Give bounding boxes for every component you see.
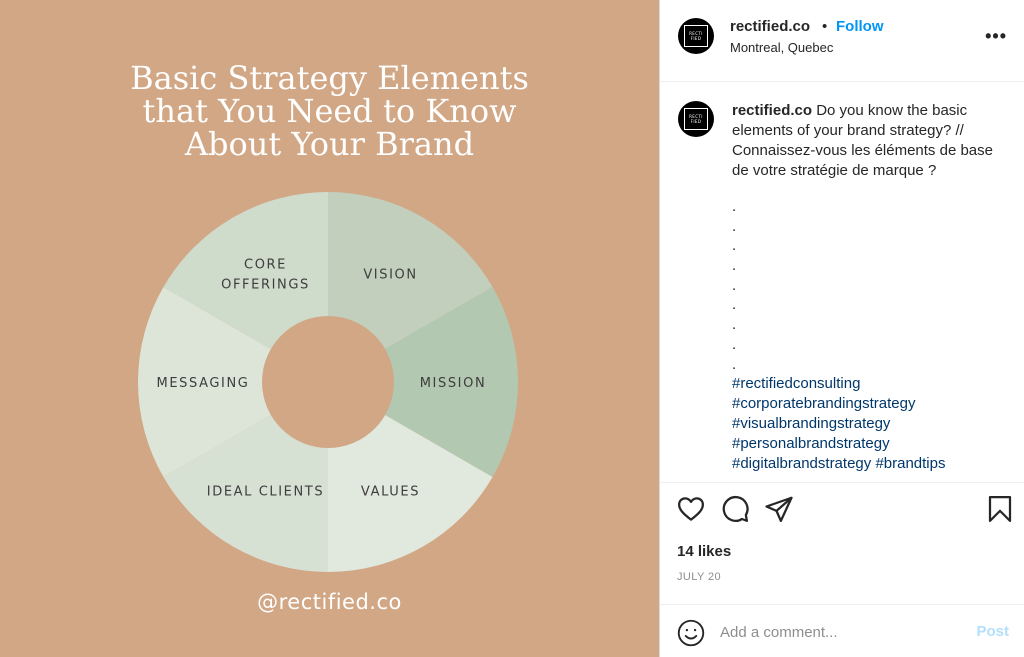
caption-avatar[interactable]: RECTI FIED <box>678 101 714 137</box>
dot-line: . <box>732 316 737 334</box>
wheel-segment-label: CORE <box>244 258 287 273</box>
post-image-title: Basic Strategy Elements that You Need to… <box>0 62 659 161</box>
emoji-icon[interactable] <box>677 619 705 647</box>
avatar-logo: RECTI FIED <box>684 108 708 130</box>
wheel-segment-label: OFFERINGS <box>221 278 310 293</box>
dot-line: . <box>732 257 737 275</box>
heart-icon[interactable] <box>676 494 706 524</box>
strategy-wheel-diagram: VISION MISSION VALUES IDEAL CLIENTS MESSAGIN… <box>138 192 518 572</box>
dot-line: . <box>732 198 737 215</box>
comment-bar: Post <box>660 604 1024 657</box>
post-header: RECTI FIED rectified.co • Follow Montrea… <box>660 0 1024 82</box>
location-link[interactable]: Montreal, Quebec <box>730 40 833 55</box>
wheel-segment-label: VISION <box>363 268 417 283</box>
bookmark-icon[interactable] <box>985 494 1015 524</box>
title-line: About Your Brand <box>184 125 475 163</box>
wheel-segment-label: VALUES <box>361 484 420 499</box>
title-line: that You Need to Know <box>142 92 517 130</box>
hashtag-list: #rectifiedconsulting #corporatebrandings… <box>732 374 1012 474</box>
dot-line: . <box>732 296 737 314</box>
hashtag-link[interactable]: #rectifiedconsulting <box>732 375 860 392</box>
dot-line: . <box>732 335 737 353</box>
likes-count[interactable]: 14 likes <box>677 543 731 560</box>
image-handle: @rectified.co <box>257 590 402 614</box>
caption-dots: . . . . . . . . . <box>732 197 1012 374</box>
post-image: Basic Strategy Elements that You Need to… <box>0 0 659 657</box>
caption-username[interactable]: rectified.co <box>732 102 812 119</box>
wheel-segment-label: MESSAGING <box>157 376 250 391</box>
hashtag-link[interactable]: #corporatebrandingstrategy <box>732 395 915 412</box>
avatar[interactable]: RECTI FIED <box>678 18 714 54</box>
separator-dot: • <box>822 18 828 35</box>
hashtag-link[interactable]: #personalbrandstrategy <box>732 435 890 452</box>
post-comment-button[interactable]: Post <box>976 623 1009 640</box>
dot-line: . <box>732 355 737 373</box>
dot-line: . <box>732 276 737 294</box>
post-date[interactable]: JULY 20 <box>677 571 721 583</box>
wheel-segment-label: MISSION <box>420 376 487 391</box>
post-sidebar: RECTI FIED rectified.co • Follow Montrea… <box>659 0 1024 657</box>
share-icon[interactable] <box>764 494 794 524</box>
hashtag-link[interactable]: #visualbrandingstrategy <box>732 415 890 432</box>
wheel-center-hole <box>262 316 394 448</box>
avatar-logo: RECTI FIED <box>684 25 708 47</box>
follow-button[interactable]: Follow <box>836 18 884 35</box>
username-link[interactable]: rectified.co <box>730 18 810 35</box>
caption-text: rectified.co Do you know the basic eleme… <box>732 101 1012 474</box>
caption-section: RECTI FIED rectified.co Do you know the … <box>660 83 1024 483</box>
dot-line: . <box>732 217 737 235</box>
comment-icon[interactable] <box>720 494 750 524</box>
more-options-icon[interactable]: ••• <box>985 26 1007 47</box>
wheel-segment-label: IDEAL CLIENTS <box>207 484 324 499</box>
hashtag-link[interactable]: #brandtips <box>875 455 945 472</box>
title-line: Basic Strategy Elements <box>130 59 529 97</box>
comment-input[interactable] <box>720 619 960 645</box>
dot-line: . <box>732 237 737 255</box>
action-bar <box>660 490 1024 530</box>
hashtag-link[interactable]: #digitalbrandstrategy <box>732 455 871 472</box>
